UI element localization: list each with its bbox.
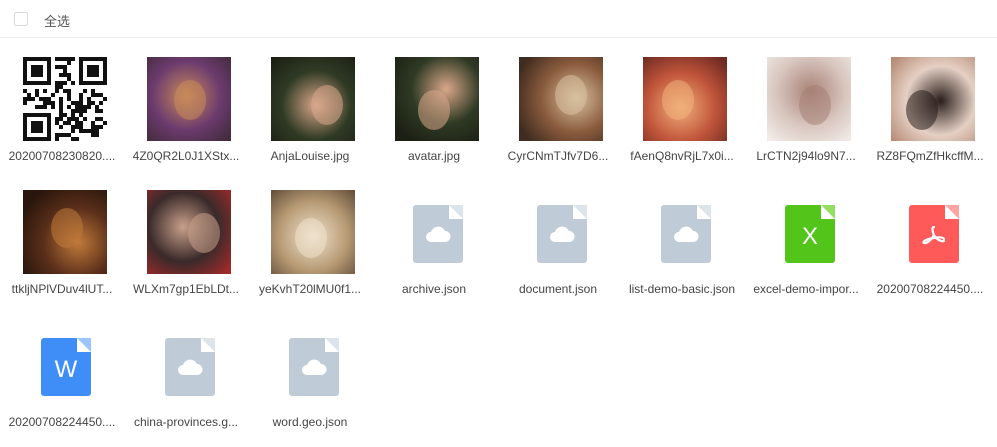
excel-file-icon: X — [785, 205, 835, 263]
file-item[interactable]: 20200708230820.... — [0, 48, 124, 181]
image-thumbnail — [271, 190, 355, 274]
image-thumbnail — [891, 57, 975, 141]
image-thumbnail — [767, 57, 851, 141]
file-item[interactable]: RZ8FQmZfHkcffM... — [868, 48, 992, 181]
file-item[interactable]: fAenQ8nvRjL7x0i... — [620, 48, 744, 181]
file-name: yeKvhT20lMU0f1... — [258, 282, 362, 296]
word-glyph: W — [54, 356, 78, 383]
file-name: word.geo.json — [272, 415, 348, 429]
file-name: fAenQ8nvRjL7x0i... — [630, 149, 734, 163]
image-thumbnail — [519, 57, 603, 141]
file-item[interactable]: archive.json — [372, 181, 496, 314]
file-item[interactable]: yeKvhT20lMU0f1... — [248, 181, 372, 314]
image-thumbnail — [643, 57, 727, 141]
file-item[interactable]: W 20200708224450.... — [0, 314, 124, 447]
file-name: 20200708230820.... — [8, 149, 116, 163]
select-all-label[interactable]: 全选 — [44, 11, 70, 30]
file-name: china-provinces.g... — [133, 415, 239, 429]
toolbar: 全选 — [0, 0, 997, 38]
file-item[interactable]: Xexcel-demo-impor... — [744, 181, 868, 314]
file-item[interactable]: avatar.jpg — [372, 48, 496, 181]
file-name: RZ8FQmZfHkcffM... — [876, 149, 984, 163]
file-name: LrCTN2j94lo9N7... — [756, 149, 856, 163]
file-item[interactable]: ttkljNPlVDuv4lUT... — [0, 181, 124, 314]
file-cloud-icon — [661, 205, 711, 263]
image-thumbnail — [271, 57, 355, 141]
select-all-checkbox[interactable] — [14, 12, 28, 26]
file-name: list-demo-basic.json — [628, 282, 736, 296]
file-name: ttkljNPlVDuv4lUT... — [11, 282, 113, 296]
file-cloud-icon — [413, 205, 463, 263]
image-thumbnail — [23, 190, 107, 274]
file-name: 20200708224450.... — [8, 415, 116, 429]
file-item[interactable]: 4Z0QR2L0J1XStx... — [124, 48, 248, 181]
file-item[interactable]: AnjaLouise.jpg — [248, 48, 372, 181]
file-cloud-icon — [537, 205, 587, 263]
pdf-file-icon — [909, 205, 959, 263]
file-item[interactable]: WLXm7gp1EbLDt... — [124, 181, 248, 314]
image-thumbnail — [395, 57, 479, 141]
file-name: document.json — [518, 282, 598, 296]
file-item[interactable]: 20200708224450.... — [868, 181, 992, 314]
file-grid: 20200708230820.... 4Z0QR2L0J1XStx... Anj… — [0, 48, 997, 447]
file-name: avatar.jpg — [407, 149, 461, 163]
file-name: WLXm7gp1EbLDt... — [132, 282, 240, 296]
qr-code-thumbnail — [23, 57, 107, 141]
file-item[interactable]: CyrCNmTJfv7D6... — [496, 48, 620, 181]
excel-glyph: X — [801, 223, 818, 250]
file-item[interactable]: document.json — [496, 181, 620, 314]
file-item[interactable]: LrCTN2j94lo9N7... — [744, 48, 868, 181]
file-name: 4Z0QR2L0J1XStx... — [132, 149, 240, 163]
image-thumbnail — [147, 57, 231, 141]
file-name: archive.json — [401, 282, 467, 296]
image-thumbnail — [147, 190, 231, 274]
file-item[interactable]: china-provinces.g... — [124, 314, 248, 447]
file-item[interactable]: list-demo-basic.json — [620, 181, 744, 314]
file-cloud-icon — [165, 338, 215, 396]
file-cloud-icon — [289, 338, 339, 396]
file-item[interactable]: word.geo.json — [248, 314, 372, 447]
file-name: AnjaLouise.jpg — [270, 149, 350, 163]
file-name: 20200708224450.... — [876, 282, 984, 296]
file-name: excel-demo-impor... — [753, 282, 859, 296]
file-name: CyrCNmTJfv7D6... — [507, 149, 609, 163]
word-file-icon: W — [41, 338, 91, 396]
